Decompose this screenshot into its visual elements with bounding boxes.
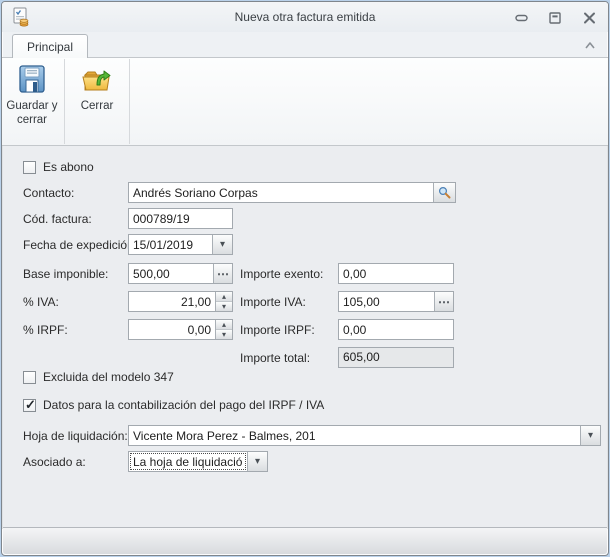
pct-iva-label: % IVA: bbox=[23, 295, 59, 309]
importe-iva-field bbox=[338, 291, 454, 312]
dialog-window: Nueva otra factura emitida Principal bbox=[1, 1, 609, 556]
hoja-liquidacion-field bbox=[128, 425, 601, 446]
pct-irpf-field bbox=[128, 319, 233, 340]
titlebar: Nueva otra factura emitida bbox=[2, 2, 608, 32]
importe-irpf-label: Importe IRPF: bbox=[240, 323, 315, 337]
importe-exento-input[interactable] bbox=[338, 263, 454, 284]
guardar-y-cerrar-button[interactable]: Guardar y cerrar bbox=[2, 58, 62, 145]
importe-iva-ellipsis-button[interactable] bbox=[434, 292, 453, 311]
importe-total-value: 605,00 bbox=[338, 347, 454, 368]
ribbon: Guardar y cerrar Cerrar bbox=[2, 57, 608, 146]
contacto-field bbox=[128, 182, 456, 203]
importe-total-label: Importe total: bbox=[240, 351, 310, 365]
hoja-dropdown-arrow-icon[interactable] bbox=[580, 426, 600, 445]
pct-irpf-spinner bbox=[215, 320, 232, 339]
spin-down-icon[interactable] bbox=[216, 330, 232, 339]
restore-button[interactable] bbox=[544, 9, 566, 26]
pct-iva-input[interactable] bbox=[129, 292, 215, 311]
cod-factura-label: Cód. factura: bbox=[23, 212, 92, 226]
es-abono-checkbox[interactable]: Es abono bbox=[23, 160, 94, 174]
asociado-dropdown-arrow-icon[interactable] bbox=[247, 452, 267, 471]
hoja-liquidacion-input[interactable] bbox=[129, 426, 580, 445]
tab-principal-label: Principal bbox=[27, 40, 73, 54]
asociado-a-label: Asociado a: bbox=[23, 455, 86, 469]
base-imponible-label: Base imponible: bbox=[23, 267, 108, 281]
excluida-347-label: Excluida del modelo 347 bbox=[43, 370, 174, 384]
ribbon-tab-row: Principal bbox=[2, 32, 608, 57]
importe-iva-label: Importe IVA: bbox=[240, 295, 306, 309]
status-bar bbox=[3, 527, 607, 554]
fecha-expedicion-label: Fecha de expedición: bbox=[23, 238, 137, 252]
pct-irpf-label: % IRPF: bbox=[23, 323, 68, 337]
ribbon-separator bbox=[64, 59, 65, 144]
cod-factura-input[interactable] bbox=[128, 208, 233, 229]
hoja-liquidacion-label: Hoja de liquidación: bbox=[23, 429, 128, 443]
contacto-label: Contacto: bbox=[23, 186, 74, 200]
spin-up-icon[interactable] bbox=[216, 320, 232, 330]
asociado-a-input[interactable] bbox=[129, 452, 247, 471]
tab-principal[interactable]: Principal bbox=[12, 34, 88, 58]
fecha-expedicion-field bbox=[128, 234, 233, 255]
contacto-input[interactable] bbox=[129, 183, 433, 202]
magnifier-icon bbox=[438, 186, 451, 199]
window-controls bbox=[510, 9, 600, 26]
importe-exento-label: Importe exento: bbox=[240, 267, 323, 281]
datos-contabilizacion-checkbox[interactable]: Datos para la contabilización del pago d… bbox=[23, 398, 324, 412]
spin-down-icon[interactable] bbox=[216, 302, 232, 311]
datos-contabilizacion-label: Datos para la contabilización del pago d… bbox=[43, 398, 324, 412]
checkbox-box[interactable] bbox=[23, 399, 36, 412]
collapse-ribbon-icon[interactable] bbox=[582, 38, 598, 52]
base-imponible-input[interactable] bbox=[129, 264, 213, 283]
es-abono-label: Es abono bbox=[43, 160, 94, 174]
importe-irpf-input[interactable] bbox=[338, 319, 454, 340]
pct-iva-spinner bbox=[215, 292, 232, 311]
excluida-347-checkbox[interactable]: Excluida del modelo 347 bbox=[23, 370, 174, 384]
cerrar-label: Cerrar bbox=[81, 99, 114, 113]
pct-iva-field bbox=[128, 291, 233, 312]
checkbox-box[interactable] bbox=[23, 371, 36, 384]
fecha-expedicion-input[interactable] bbox=[129, 235, 212, 254]
pct-irpf-input[interactable] bbox=[129, 320, 215, 339]
importe-iva-input[interactable] bbox=[339, 292, 434, 311]
spin-up-icon[interactable] bbox=[216, 292, 232, 302]
close-button[interactable] bbox=[578, 9, 600, 26]
contacto-search-button[interactable] bbox=[433, 183, 455, 202]
floppy-disk-icon bbox=[16, 63, 48, 95]
checkbox-box[interactable] bbox=[23, 161, 36, 174]
guardar-y-cerrar-label: Guardar y cerrar bbox=[2, 99, 62, 127]
fecha-dropdown-arrow-icon[interactable] bbox=[212, 235, 232, 254]
ribbon-separator bbox=[129, 59, 130, 144]
folder-arrow-icon bbox=[81, 63, 113, 95]
base-imponible-field bbox=[128, 263, 233, 284]
base-imponible-ellipsis-button[interactable] bbox=[213, 264, 232, 283]
asociado-a-field bbox=[128, 451, 268, 472]
minimize-button[interactable] bbox=[510, 9, 532, 26]
form-area: Es abono Contacto: Cód. factura: Fecha d… bbox=[2, 146, 608, 529]
cerrar-button[interactable]: Cerrar bbox=[67, 58, 127, 145]
